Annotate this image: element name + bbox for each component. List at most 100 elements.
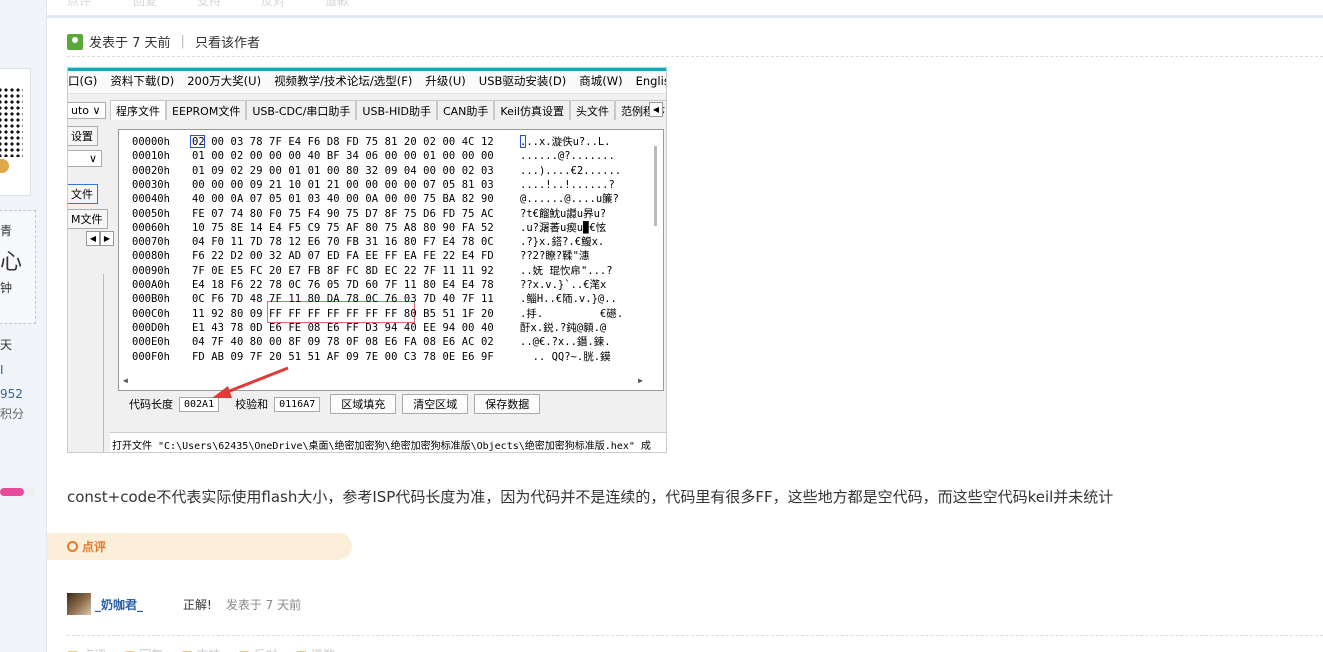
hex-ascii: ?t€餾魫u讔u昦u? — [520, 207, 607, 220]
settings-button: 设置 — [68, 126, 98, 146]
hex-ascii: ......@?....... — [520, 150, 615, 163]
hex-ascii: .. QQ?~.胱.鏌 — [520, 350, 611, 363]
post-time: 发表于 7 天前 — [89, 36, 171, 51]
hex-data: 7F 0E E5 FC 20 E7 FB 8F FC 8D EC 22 7F 1… — [192, 264, 494, 277]
hex-ascii: .鲻H..€陑.v.}@.. — [520, 293, 617, 306]
qr-code-image — [0, 68, 31, 196]
hex-ascii: @......@....u簾? — [520, 193, 620, 206]
sidebar-text: 青 — [0, 224, 13, 238]
hex-ascii: .u?潳萫u瘈u▉€怰 — [520, 221, 607, 234]
hex-data: F6 22 D2 00 32 AD 07 ED FA EE FF EA FE 2… — [192, 250, 494, 263]
hex-ascii: ..@€.?x..鐕.鍊. — [520, 336, 611, 349]
sidebar-text: 钟 — [0, 281, 13, 295]
left-next-icon: ▶ — [100, 231, 114, 246]
meta-divider — [67, 56, 1323, 57]
hex-addr: 00040h — [132, 193, 170, 206]
sidebar-stat-value[interactable]: 952 — [0, 387, 23, 401]
tab-eeprom: EEPROM文件 — [166, 100, 247, 120]
hex-addr: 00020h — [132, 164, 170, 177]
menu-item: 200万大奖(U) — [187, 73, 262, 88]
hex-addr: 000B0h — [132, 293, 170, 306]
comment-divider — [67, 635, 1323, 636]
post-actions: 点评 回复 支持 反对 道歉 — [67, 646, 335, 652]
code-length-label: 代码长度 — [129, 398, 173, 411]
hex-vertical-scrollbar — [651, 136, 661, 376]
hex-data: E4 18 F6 22 78 0C 76 05 7D 60 7F 11 80 E… — [192, 279, 494, 291]
qr-pattern — [0, 87, 23, 157]
avatar[interactable] — [67, 593, 91, 615]
tab-usb-hid: USB-HID助手 — [356, 100, 437, 120]
menu-item: 口(G) — [68, 73, 98, 88]
action-rate[interactable]: 点评 — [67, 0, 91, 9]
scroll-left-icon: ◀ — [123, 376, 128, 385]
hex-data: 40 00 0A 07 05 01 03 40 00 0A 00 00 75 B… — [192, 193, 494, 206]
menu-item: 商城(W) — [579, 73, 623, 88]
hex-addr: 000D0h — [132, 321, 170, 334]
hex-addr: 00070h — [132, 236, 170, 249]
clear-area-button: 清空区域 — [402, 394, 469, 414]
left-dropdown: ∨ — [68, 150, 102, 167]
fill-area-button: 区域填充 — [330, 394, 397, 414]
menubar-accent — [68, 68, 666, 71]
action-apologize[interactable]: 道歉 — [296, 646, 335, 652]
hex-addr: 00030h — [132, 178, 170, 191]
post-attachment-image[interactable]: 口(G) 资料下载(D) 200万大奖(U) 视频教学/技术论坛/选型(F) 升… — [67, 67, 667, 453]
left-panel-divider — [68, 274, 104, 452]
previous-post-actions: 点评 回复 支持 反对 道歉 — [47, 0, 1323, 18]
red-arrow-icon — [212, 366, 289, 398]
hex-addr: 00090h — [132, 264, 170, 277]
hex-data: 10 75 8E 14 E4 F5 C9 75 AF 80 75 A8 80 9… — [192, 221, 494, 234]
hex-horizontal-scrollbar: ◀ ▶ — [123, 376, 643, 388]
auto-select: uto ∨ — [68, 102, 106, 119]
action-apologize[interactable]: 道歉 — [325, 0, 349, 9]
hex-ascii: .抙. €礠. — [520, 307, 630, 320]
sidebar-text: 天 — [0, 338, 13, 352]
tab-scroll-arrows: ◀ — [649, 102, 663, 117]
hex-addr: 00080h — [132, 250, 170, 263]
hex-data: 04 F0 11 7D 78 12 E6 70 FB 31 16 80 F7 E… — [192, 236, 494, 249]
isp-status-bar: 打开文件 "C:\Users\62435\OneDrive\桌面\绝密加密狗\绝… — [110, 432, 666, 452]
hex-ascii: .?}x.鎝?.€鳆x. — [520, 236, 605, 249]
comment-time: 发表于 7 天前 — [225, 597, 302, 612]
hex-addr: 00010h — [132, 150, 170, 163]
save-data-button: 保存数据 — [474, 394, 541, 414]
menu-item: 升级(U) — [425, 73, 466, 88]
hex-data: FE 07 74 80 F0 75 F4 90 75 D7 8F 75 D6 F… — [192, 207, 494, 220]
post-meta: 发表于 7 天前 | 只看该作者 — [67, 32, 260, 51]
sidebar-link[interactable]: I — [0, 363, 4, 377]
action-reply[interactable]: 回复 — [133, 0, 157, 9]
comment-content: 正解! — [183, 597, 212, 612]
hex-addr: 000E0h — [132, 336, 170, 349]
sidebar-progress-fill — [0, 488, 24, 496]
tab-program-file: 程序文件 — [110, 100, 166, 120]
online-user-icon — [67, 33, 83, 50]
isp-tabs: 程序文件 EEPROM文件 USB-CDC/串口助手 USB-HID助手 CAN… — [110, 100, 666, 120]
hex-data: 04 7F 40 80 00 8F 09 78 0F 08 E6 FA 08 E… — [192, 336, 494, 349]
sidebar-progress-bar — [0, 488, 36, 496]
action-oppose[interactable]: 反对 — [239, 646, 278, 652]
action-oppose[interactable]: 反对 — [261, 0, 285, 9]
isp-menubar: 口(G) 资料下载(D) 200万大奖(U) 视频教学/技术论坛/选型(F) 升… — [68, 68, 666, 94]
comment-username[interactable]: _奶咖君_ — [95, 596, 143, 613]
open-eeprom-button: M文件 — [68, 209, 108, 229]
hex-data: E1 43 78 0D E6 FE 08 E6 FF D3 94 40 EE 9… — [192, 321, 494, 334]
menu-item: 资料下载(D) — [110, 73, 175, 88]
hex-ascii: ...)....€2...... — [520, 164, 622, 177]
menu-item: 视频教学/技术论坛/选型(F) — [274, 73, 413, 88]
action-reply[interactable]: 回复 — [124, 646, 163, 652]
left-sidebar: 青 心 钟 天 I 952 积分 — [0, 0, 47, 652]
scroll-thumb — [654, 146, 657, 226]
hex-data: 01 09 02 29 00 01 01 00 80 32 09 04 00 0… — [192, 164, 494, 177]
action-support[interactable]: 支持 — [181, 646, 221, 652]
tab-can: CAN助手 — [436, 100, 495, 120]
only-author-link[interactable]: 只看该作者 — [195, 32, 260, 51]
rate-section[interactable]: 点评 — [47, 533, 352, 560]
hex-ascii: ..妩 琨忺帍"...? — [520, 264, 613, 277]
hex-ascii: ....!..!......? — [520, 178, 615, 191]
action-rate[interactable]: 点评 — [67, 646, 106, 652]
hex-data: 00 00 00 09 21 10 01 21 00 00 00 00 07 0… — [192, 178, 494, 191]
action-support[interactable]: 支持 — [197, 0, 221, 9]
tab-header-file: 头文件 — [569, 100, 615, 120]
tab-prev-icon: ◀ — [649, 102, 663, 117]
hex-addr: 00060h — [132, 221, 170, 234]
